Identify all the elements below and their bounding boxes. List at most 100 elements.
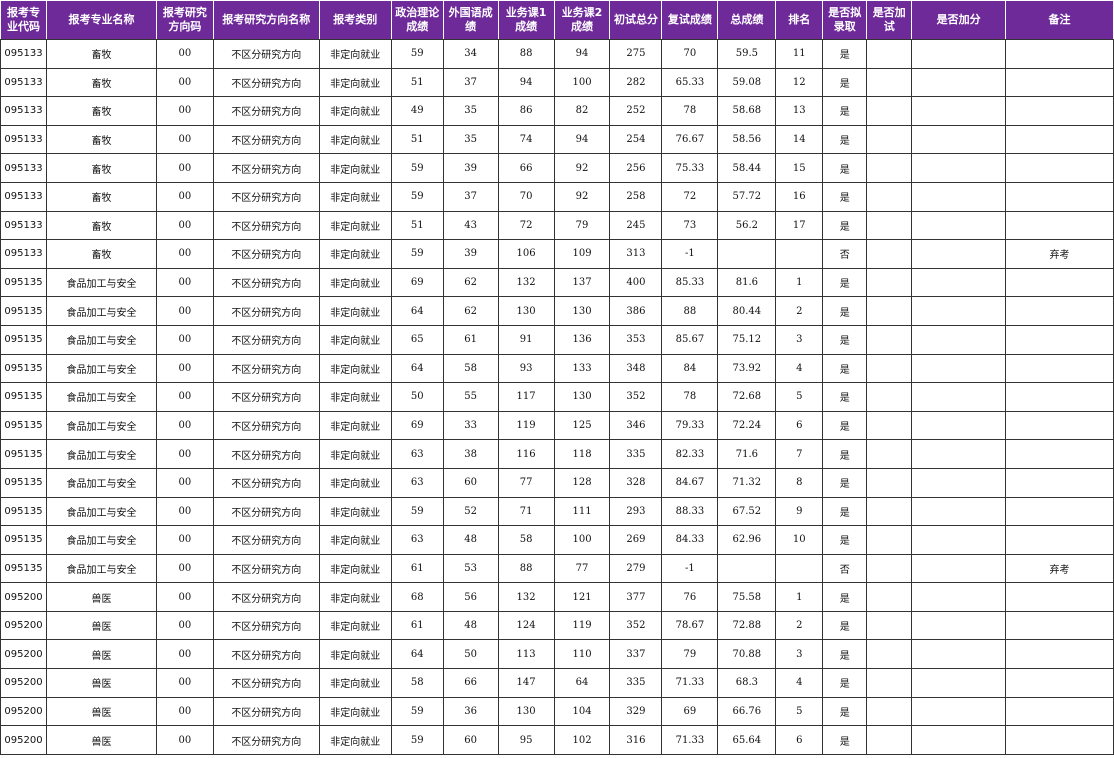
table-cell[interactable]: 88	[497, 39, 555, 69]
table-cell[interactable]: 130	[497, 296, 555, 326]
column-header[interactable]: 报考研究方向码	[155, 0, 214, 40]
table-cell[interactable]	[911, 610, 1007, 641]
table-cell[interactable]: 兽医	[45, 668, 157, 698]
table-cell[interactable]	[1005, 153, 1114, 183]
table-cell[interactable]: 39	[442, 239, 499, 269]
table-cell[interactable]: 400	[609, 267, 663, 298]
table-cell[interactable]: 非定向就业	[318, 439, 392, 469]
table-cell[interactable]	[911, 725, 1007, 755]
table-cell[interactable]	[866, 553, 913, 584]
table-cell[interactable]: 60	[442, 725, 499, 755]
table-cell[interactable]: 是	[822, 296, 868, 326]
table-cell[interactable]: 85.33	[661, 267, 719, 298]
table-cell[interactable]: 不区分研究方向	[212, 181, 320, 212]
table-cell[interactable]: 130	[553, 296, 611, 326]
table-cell[interactable]: 275	[609, 39, 663, 69]
table-cell[interactable]: 58	[497, 525, 555, 555]
table-cell[interactable]: 不区分研究方向	[212, 324, 320, 355]
table-cell[interactable]	[866, 181, 913, 212]
table-cell[interactable]: 64	[553, 668, 611, 698]
table-cell[interactable]: 095135	[0, 410, 47, 441]
table-cell[interactable]	[911, 525, 1007, 555]
table-cell[interactable]: 61	[442, 324, 499, 355]
table-cell[interactable]: 59	[390, 153, 444, 183]
table-cell[interactable]	[866, 410, 913, 441]
table-cell[interactable]: 不区分研究方向	[212, 525, 320, 555]
table-cell[interactable]: 313	[609, 239, 663, 269]
table-cell[interactable]: 335	[609, 668, 663, 698]
table-cell[interactable]: 00	[155, 496, 214, 527]
table-cell[interactable]: 食品加工与安全	[45, 353, 157, 384]
table-cell[interactable]: 不区分研究方向	[212, 96, 320, 126]
table-cell[interactable]: 4	[775, 668, 824, 698]
table-cell[interactable]: 是	[822, 467, 868, 498]
table-cell[interactable]	[911, 668, 1007, 698]
table-cell[interactable]: 00	[155, 668, 214, 698]
table-cell[interactable]: 是	[822, 181, 868, 212]
table-cell[interactable]: 63	[390, 525, 444, 555]
table-cell[interactable]	[1005, 39, 1114, 69]
table-cell[interactable]: 269	[609, 525, 663, 555]
table-cell[interactable]: 49	[390, 96, 444, 126]
table-cell[interactable]: 64	[390, 296, 444, 326]
table-cell[interactable]: 59	[390, 696, 444, 727]
table-cell[interactable]: 66	[497, 153, 555, 183]
table-cell[interactable]: 62.96	[717, 525, 777, 555]
table-cell[interactable]: 65.33	[661, 67, 719, 98]
table-cell[interactable]: 74	[497, 124, 555, 155]
table-cell[interactable]: 61	[390, 610, 444, 641]
column-header[interactable]: 政治理论成绩	[390, 0, 444, 40]
table-cell[interactable]	[866, 153, 913, 183]
table-cell[interactable]: 67.52	[717, 496, 777, 527]
table-cell[interactable]: 食品加工与安全	[45, 296, 157, 326]
table-cell[interactable]: 94	[497, 67, 555, 98]
table-cell[interactable]: 095135	[0, 439, 47, 469]
table-cell[interactable]: 61	[390, 553, 444, 584]
table-cell[interactable]: 否	[822, 553, 868, 584]
table-cell[interactable]: 43	[442, 210, 499, 241]
table-cell[interactable]: 食品加工与安全	[45, 324, 157, 355]
table-cell[interactable]: 095135	[0, 382, 47, 412]
table-cell[interactable]: 79	[661, 639, 719, 670]
table-cell[interactable]	[1005, 582, 1114, 612]
table-cell[interactable]	[1005, 124, 1114, 155]
table-cell[interactable]: 59	[390, 496, 444, 527]
table-cell[interactable]: 095133	[0, 124, 47, 155]
table-cell[interactable]: 50	[442, 639, 499, 670]
table-cell[interactable]	[911, 467, 1007, 498]
table-cell[interactable]: 不区分研究方向	[212, 410, 320, 441]
table-cell[interactable]: -1	[661, 239, 719, 269]
table-cell[interactable]: 00	[155, 267, 214, 298]
table-cell[interactable]: 15	[775, 153, 824, 183]
column-header[interactable]: 复试成绩	[661, 0, 719, 40]
table-cell[interactable]: 386	[609, 296, 663, 326]
table-cell[interactable]: 88	[497, 553, 555, 584]
table-cell[interactable]: 兽医	[45, 725, 157, 755]
table-cell[interactable]	[911, 582, 1007, 612]
column-header[interactable]: 总成绩	[717, 0, 777, 40]
table-cell[interactable]: 是	[822, 153, 868, 183]
table-cell[interactable]	[911, 439, 1007, 469]
table-cell[interactable]: 畜牧	[45, 39, 157, 69]
table-cell[interactable]: 不区分研究方向	[212, 353, 320, 384]
table-cell[interactable]: 食品加工与安全	[45, 267, 157, 298]
table-cell[interactable]: 39	[442, 153, 499, 183]
table-cell[interactable]: 食品加工与安全	[45, 553, 157, 584]
table-cell[interactable]: 是	[822, 496, 868, 527]
table-cell[interactable]: 畜牧	[45, 239, 157, 269]
table-cell[interactable]: 282	[609, 67, 663, 98]
table-cell[interactable]: 非定向就业	[318, 96, 392, 126]
table-cell[interactable]	[911, 153, 1007, 183]
table-cell[interactable]: 095135	[0, 267, 47, 298]
table-cell[interactable]	[866, 467, 913, 498]
table-cell[interactable]	[911, 67, 1007, 98]
table-cell[interactable]	[866, 210, 913, 241]
table-cell[interactable]	[866, 124, 913, 155]
table-cell[interactable]: 94	[553, 39, 611, 69]
table-cell[interactable]: 73.92	[717, 353, 777, 384]
table-cell[interactable]: 8	[775, 467, 824, 498]
table-cell[interactable]: 不区分研究方向	[212, 467, 320, 498]
table-cell[interactable]: 100	[553, 525, 611, 555]
table-cell[interactable]	[1005, 496, 1114, 527]
table-cell[interactable]: 非定向就业	[318, 639, 392, 670]
